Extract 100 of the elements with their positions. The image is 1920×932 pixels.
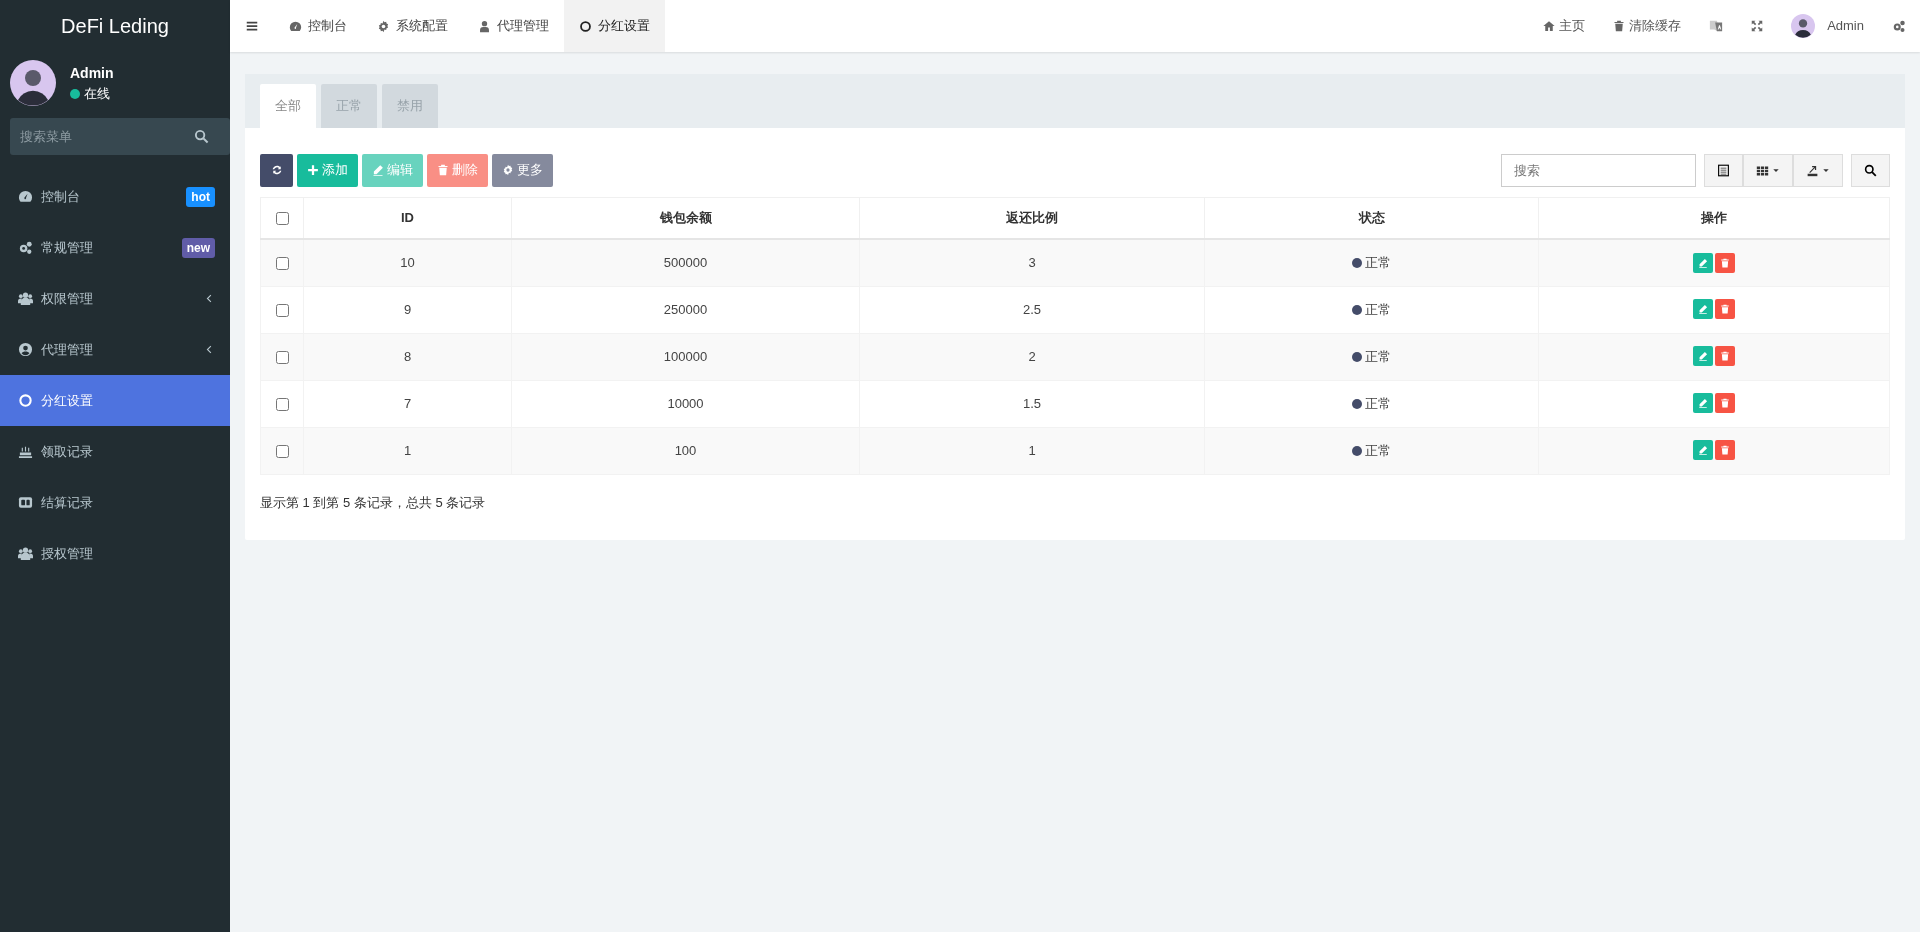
edit-row-button[interactable]	[1693, 346, 1713, 367]
edit-row-button[interactable]	[1693, 440, 1713, 461]
trash-icon	[1720, 304, 1730, 315]
status-dot	[1352, 351, 1362, 362]
table-cell: 10	[400, 255, 415, 270]
gauge-icon	[289, 19, 302, 33]
gauge-icon	[18, 189, 33, 204]
menu-badge: hot	[186, 186, 215, 207]
circle-icon	[18, 393, 33, 408]
home-icon	[1543, 20, 1556, 32]
column-header: 操作	[1701, 210, 1727, 225]
column-header: 钱包余额	[659, 210, 712, 225]
refresh-icon	[270, 164, 283, 176]
nav-tab[interactable]: 分红设置	[564, 0, 665, 52]
table-cell: 1	[403, 442, 412, 458]
pencil-icon	[1698, 304, 1708, 315]
table-cell: 100000	[663, 348, 708, 364]
sidebar-item[interactable]: 分红设置	[0, 375, 230, 426]
edit-row-button[interactable]	[1693, 252, 1713, 273]
nav-tab[interactable]: 代理管理	[463, 0, 564, 52]
sidebar-item[interactable]: 结算记录	[0, 477, 230, 528]
refresh-button[interactable]	[260, 153, 293, 187]
table-icon	[1717, 163, 1730, 177]
gears-icon	[18, 240, 33, 255]
status-text: 正常	[1365, 348, 1391, 364]
user-avatar	[1791, 14, 1816, 38]
user-avatar	[10, 60, 56, 106]
sidebar-item[interactable]: 领取记录	[0, 426, 230, 477]
filter-tab[interactable]: 全部	[260, 84, 316, 128]
status-dot	[1352, 445, 1362, 456]
row-checkbox[interactable]	[275, 350, 289, 364]
top-link[interactable]: 主页	[1529, 16, 1600, 36]
menu-badge: new	[181, 237, 215, 258]
trash-icon	[1720, 398, 1730, 409]
grid-icon	[1756, 163, 1769, 177]
sidebar-item[interactable]: 控制台 hot	[0, 171, 230, 222]
status-text: 正常	[1365, 301, 1391, 317]
gear-icon	[377, 19, 390, 33]
trash-icon	[1613, 20, 1626, 32]
pencil-icon	[372, 164, 384, 176]
table-cell: 2.5	[1022, 301, 1042, 317]
export-button[interactable]	[1793, 153, 1843, 187]
trash-icon	[1720, 257, 1730, 268]
trash-icon	[1720, 351, 1730, 362]
column-header: ID	[401, 210, 414, 225]
table-cell: 100	[674, 442, 697, 458]
table-cell: 2	[1028, 348, 1036, 364]
row-checkbox[interactable]	[275, 444, 289, 458]
row-checkbox[interactable]	[275, 397, 289, 411]
caret-icon	[1772, 166, 1780, 174]
toggle-view-button[interactable]	[1704, 153, 1743, 187]
user-status: 在线	[84, 84, 110, 103]
select-all-checkbox[interactable]	[275, 212, 289, 226]
delete-row-button[interactable]	[1715, 299, 1735, 320]
delete-row-button[interactable]	[1715, 346, 1735, 367]
users-icon	[18, 546, 33, 561]
sidebar-item[interactable]: 代理管理	[0, 324, 230, 375]
delete-row-button[interactable]	[1715, 393, 1735, 414]
column-header: 返还比例	[1006, 210, 1058, 225]
search-icon	[1864, 163, 1877, 177]
sidebar-item[interactable]: 授权管理	[0, 528, 230, 579]
gear-icon	[502, 164, 514, 176]
trash-icon	[437, 164, 449, 176]
nav-tab[interactable]: 系统配置	[362, 0, 463, 52]
sidebar-item[interactable]: 权限管理	[0, 273, 230, 324]
user-name: Admin	[70, 63, 114, 83]
top-link[interactable]: 清除缓存	[1599, 16, 1696, 36]
status-dot	[1352, 398, 1362, 409]
table-cell: 500000	[663, 255, 708, 270]
table-cell: 8	[403, 348, 412, 364]
table-cell: 9	[403, 301, 412, 317]
search-field[interactable]: 搜索	[1501, 153, 1696, 187]
status-text: 正常	[1365, 395, 1391, 411]
pencil-icon	[1698, 445, 1708, 456]
table-cell: 1	[1028, 442, 1036, 458]
delete-row-button[interactable]	[1715, 252, 1735, 273]
users-icon	[18, 291, 33, 306]
nav-tab[interactable]: 控制台	[274, 0, 362, 52]
user-menu[interactable]: Admin	[1777, 14, 1878, 38]
export-icon	[1806, 163, 1819, 177]
menu-search-field[interactable]: 搜索菜单	[10, 118, 230, 155]
row-checkbox[interactable]	[275, 303, 289, 317]
table-cell: 7	[403, 395, 412, 411]
table-cell: 3	[1028, 255, 1036, 270]
plus-icon	[307, 164, 319, 176]
table-cell: 1.5	[1022, 395, 1042, 411]
edit-row-button[interactable]	[1693, 299, 1713, 320]
card-icon	[18, 495, 33, 510]
columns-button[interactable]	[1743, 153, 1793, 187]
row-checkbox[interactable]	[275, 257, 289, 271]
delete-row-button[interactable]	[1715, 440, 1735, 461]
pencil-icon	[1698, 398, 1708, 409]
cake-icon	[18, 444, 33, 459]
search-button[interactable]	[1851, 153, 1890, 187]
menu-icon	[245, 19, 259, 33]
sidebar-item[interactable]: 常规管理 new	[0, 222, 230, 273]
translate-icon	[1709, 19, 1724, 33]
edit-row-button[interactable]	[1693, 393, 1713, 414]
table-cell: 10000	[667, 395, 704, 411]
expand-icon	[1751, 20, 1764, 32]
